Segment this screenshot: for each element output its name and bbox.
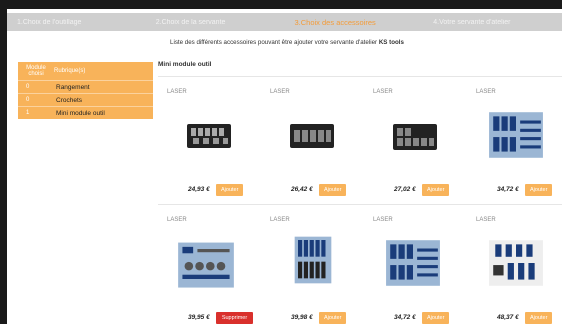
left-dark-bar <box>0 0 7 324</box>
product-price: 39,95 € <box>188 314 210 321</box>
product-brand: LASER <box>476 89 496 95</box>
add-button[interactable]: Ajouter <box>422 312 450 324</box>
product-card: LASER 34,72 € Ajouter <box>364 206 466 324</box>
product-brand: LASER <box>167 89 187 95</box>
header-module: Module choisi <box>26 65 46 77</box>
step-1[interactable]: 1.Choix de l'outillage <box>7 19 146 26</box>
product-price: 24,93 € <box>188 186 210 193</box>
sidebar-item-count: 0 <box>26 84 30 90</box>
intro-brand: KS tools <box>378 39 404 46</box>
step-4[interactable]: 4.Votre servante d'atelier <box>423 19 562 26</box>
section-title: Mini module outil <box>158 61 212 68</box>
product-price: 27,02 € <box>394 186 416 193</box>
add-button[interactable]: Ajouter <box>525 184 553 196</box>
sidebar-item-label: Rangement <box>56 83 90 91</box>
page: 1.Choix de l'outillage 2.Choix de la ser… <box>0 0 562 324</box>
product-card: LASER 26,42 € Ajouter <box>261 78 363 202</box>
product-brand: LASER <box>476 217 496 223</box>
sidebar-item-count: 1 <box>26 110 30 116</box>
product-brand: LASER <box>270 217 290 223</box>
socket-bit-tray-image[interactable] <box>487 234 545 292</box>
row-divider <box>158 204 562 205</box>
add-button[interactable]: Ajouter <box>422 184 450 196</box>
add-button[interactable]: Ajouter <box>216 184 244 196</box>
product-brand: LASER <box>373 217 393 223</box>
top-divider <box>0 9 562 12</box>
sidebar-item-count: 0 <box>26 97 30 103</box>
product-card: LASER 39,98 € Ajouter <box>261 206 363 324</box>
step-3-active[interactable]: 3.Choix des accessoires <box>285 18 424 27</box>
header-rubrique: Rubrique(s) <box>54 68 86 74</box>
bit-tray-image[interactable] <box>293 234 333 286</box>
product-price: 48,37 € <box>497 314 519 321</box>
product-price: 39,98 € <box>291 314 313 321</box>
product-brand: LASER <box>373 89 393 95</box>
sidebar-item-label: Mini module outil <box>56 109 105 117</box>
tool-tray-image[interactable] <box>176 234 236 294</box>
product-price: 34,72 € <box>497 186 519 193</box>
section-divider <box>158 76 562 77</box>
sidebar-header: Module choisi Rubrique(s) <box>18 62 153 80</box>
sidebar-summary: Module choisi Rubrique(s) 0 Rangement 0 … <box>18 62 153 119</box>
add-button[interactable]: Ajouter <box>319 312 347 324</box>
product-card: LASER 48,37 € Ajouter <box>467 206 562 324</box>
add-button[interactable]: Ajouter <box>319 184 347 196</box>
sidebar-item-crochets[interactable]: 0 Crochets <box>18 93 153 106</box>
product-price: 26,42 € <box>291 186 313 193</box>
add-button[interactable]: Ajouter <box>525 312 553 324</box>
socket-tray-image[interactable] <box>391 112 439 160</box>
step-navigation: 1.Choix de l'outillage 2.Choix de la ser… <box>7 13 562 31</box>
product-brand: LASER <box>270 89 290 95</box>
product-card: LASER 24,93 € Ajouter <box>158 78 260 202</box>
step-2[interactable]: 2.Choix de la servante <box>146 19 285 26</box>
intro-sentence: Liste des différents accessoires pouvant… <box>170 39 379 46</box>
bit-tray-image[interactable] <box>487 106 545 164</box>
top-dark-strip <box>0 0 562 9</box>
product-brand: LASER <box>167 217 187 223</box>
product-card: LASER 39,95 € Supprimer <box>158 206 260 324</box>
bit-tray-image[interactable] <box>384 234 442 292</box>
product-card: LASER 27,02 € Ajouter <box>364 78 466 202</box>
sidebar-item-label: Crochets <box>56 96 83 104</box>
product-price: 34,72 € <box>394 314 416 321</box>
sidebar-item-mini-module-outil[interactable]: 1 Mini module outil <box>18 106 153 119</box>
socket-tray-image[interactable] <box>288 112 336 160</box>
socket-tray-image[interactable] <box>185 112 233 160</box>
sidebar-item-rangement[interactable]: 0 Rangement <box>18 80 153 93</box>
remove-button[interactable]: Supprimer <box>216 312 253 324</box>
intro-text: Liste des différents accessoires pouvant… <box>170 39 404 46</box>
product-card: LASER 34,72 € Ajouter <box>467 78 562 202</box>
